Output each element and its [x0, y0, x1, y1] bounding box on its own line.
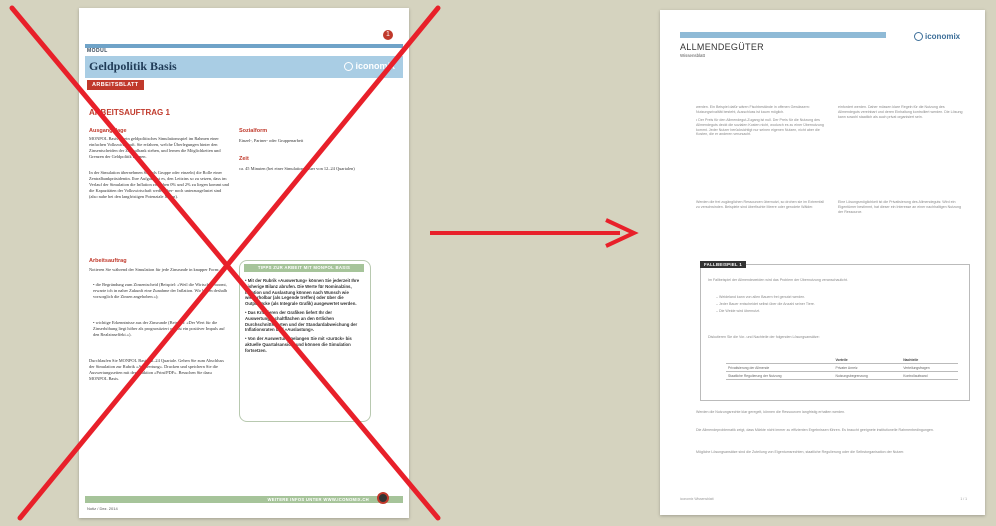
table-header-row: Vorteile Nachteile	[726, 356, 958, 364]
col1-text-a: werden. Ein Beispiel dafür wären Fischbe…	[696, 105, 810, 114]
footer-link-text: WEITERE INFOS UNTER WWW.ICONOMIX.CH	[267, 497, 369, 502]
table-cell: Verteilungsfragen	[901, 363, 958, 372]
closing-text: Durchlaufen Sie MONPOL Basis 12–24 Quart…	[89, 358, 224, 381]
table-cell: Nutzungsbegrenzung	[833, 371, 902, 380]
bottom-text-3: Mögliche Lösungsansätze sind die Zuteilu…	[696, 450, 905, 454]
tip-item: • Von der Auswertung gelangen Sie mit «z…	[245, 336, 352, 353]
arbeitsauftrag-heading: Arbeitsauftrag	[89, 258, 127, 264]
logo-text: iconomix	[925, 32, 961, 41]
page-title: ALLMENDEGÜTER	[680, 42, 764, 52]
table-cell: Kontrollaufwand	[901, 371, 958, 380]
arbeitsauftrag-bullet-1: • die Begründung zum Zinsentscheid (Beis…	[93, 282, 228, 299]
tip-item: • Mit der Rubrik «Auswertung» können Sie…	[245, 278, 360, 307]
sozialform-text: Einzel-, Partner- oder Gruppenarbeit	[239, 138, 304, 143]
logo-icon	[914, 32, 923, 41]
ausgangslage-heading: Ausgangslage	[89, 128, 127, 134]
zeit-heading: Zeit	[239, 156, 249, 162]
arrow-right-icon	[430, 218, 639, 248]
footer-badge-icon	[377, 492, 389, 504]
table-row: Staatliche Regulierung der Nutzung Nutzu…	[726, 371, 958, 380]
footer-left-text: iconomix Wissensblatt	[680, 497, 714, 501]
box-bullet: – Weideland kann von allen Bauern frei g…	[716, 295, 806, 299]
tip-item: • Das Kritisieren der Grafiken liefert I…	[245, 309, 358, 333]
page-subtitle: Wissensblatt	[680, 53, 705, 58]
bottom-text-1: Werden die Nutzungsrechte klar geregelt,…	[696, 410, 846, 414]
footer-left-text: Notiz / Dez. 2014	[87, 506, 118, 511]
section-title: ARBEITSAUFTRAG 1	[89, 108, 170, 117]
box-intro-text: Im Fallbeispiel der Allmendeweiden wird …	[708, 278, 848, 282]
box-question: Diskutieren Sie die Vor- und Nachteile d…	[708, 335, 820, 339]
ausgangslage-text-2: In der Simulation übernehmen Sie (als Gr…	[89, 170, 229, 199]
box-bullet: – Jeder Bauer entscheidet selbst über di…	[716, 302, 815, 306]
logo-icon	[344, 61, 354, 71]
arbeitsauftrag-bullet-2: • wichtige Erkenntnisse aus der Zinsrund…	[93, 320, 225, 337]
table-row: Privatisierung der Allmende Privater Anr…	[726, 363, 958, 372]
tips-heading: TIPPS ZUR ARBEIT MIT MONPOL BASIS	[244, 264, 364, 272]
col2-text-b: Eine Lösungsmöglichkeit ist die Privatis…	[838, 200, 962, 214]
case-study-box	[700, 264, 970, 401]
top-color-bar	[85, 44, 403, 48]
col1-text-b: • Der Preis für den Allmendegut-Zugang i…	[696, 118, 824, 137]
bottom-text-2: Die Allmendeproblematik zeigt, dass Märk…	[696, 428, 934, 432]
comparison-stage: 1 MODUL Geldpolitik Basis iconomix ARBEI…	[0, 0, 996, 526]
iconomix-logo: iconomix	[344, 61, 395, 71]
iconomix-logo: iconomix	[914, 32, 960, 41]
old-worksheet-page: 1 MODUL Geldpolitik Basis iconomix ARBEI…	[79, 8, 409, 518]
worksheet-title: Geldpolitik Basis	[89, 59, 177, 73]
table-cell: Staatliche Regulierung der Nutzung	[726, 371, 834, 380]
table-cell: Privatisierung der Allmende	[726, 363, 834, 372]
table-header-cell: Nachteile	[901, 356, 958, 364]
worksheet-tag: ARBEITSBLATT	[87, 80, 144, 90]
sozialform-heading: Sozialform	[239, 128, 268, 134]
table-header-cell: Vorteile	[833, 356, 902, 364]
page-number: 1 / 1	[960, 497, 967, 501]
logo-text: iconomix	[355, 61, 395, 71]
box-bullet: – Die Weide wird übernutzt.	[716, 309, 761, 313]
tips-list: • Mit der Rubrik «Auswertung» können Sie…	[245, 278, 363, 354]
ausgangslage-text: MONPOL Basis ist ein geldpolitisches Sim…	[89, 136, 221, 159]
pros-cons-table: Vorteile Nachteile Privatisierung der Al…	[726, 356, 958, 380]
module-label: MODUL	[87, 48, 108, 54]
col1-text-c: Werden die frei zugänglichen Ressourcen …	[696, 200, 824, 209]
case-study-tag: FALLBEISPIEL 1	[700, 261, 747, 268]
zeit-text: ca. 45 Minuten (bei einer Simulationsdau…	[239, 166, 355, 171]
col2-text-a: einfordert werden. Daher müssen klare Re…	[838, 105, 963, 119]
arbeitsauftrag-text: Notieren Sie während der Simulation für …	[89, 267, 220, 272]
table-header-cell	[726, 356, 834, 364]
table-cell: Privater Anreiz	[833, 363, 902, 372]
page-number-badge: 1	[383, 30, 393, 40]
top-color-bar	[680, 32, 886, 38]
new-info-page: iconomix ALLMENDEGÜTER Wissensblatt werd…	[660, 10, 985, 515]
